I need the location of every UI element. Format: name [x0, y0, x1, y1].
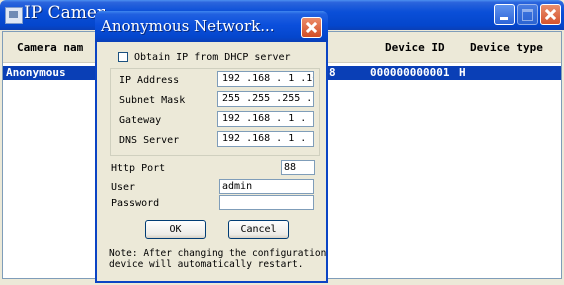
dhcp-checkbox[interactable]	[118, 52, 128, 62]
http-port-label: Http Port	[111, 163, 166, 174]
cell-ip-tail: 8	[329, 66, 336, 79]
dns-server-field[interactable]: 192 .168 . 1 . 1|	[217, 131, 314, 147]
http-port-field[interactable]: 88	[281, 160, 315, 175]
network-settings-dialog: Anonymous Network... Obtain IP from DHCP…	[95, 11, 328, 283]
ok-button[interactable]: OK	[145, 220, 206, 239]
cell-device-id: 000000000001	[370, 66, 450, 79]
main-window-title: IP Camer	[24, 3, 106, 23]
dhcp-label[interactable]: Obtain IP from DHCP server	[134, 52, 291, 63]
note-line-2: device will automatically restart.	[109, 259, 304, 270]
app-icon	[5, 7, 23, 24]
user-label: User	[111, 182, 136, 193]
column-header-camera-name[interactable]: Camera nam	[17, 41, 83, 54]
close-icon[interactable]	[301, 17, 322, 38]
subnet-mask-label: Subnet Mask	[119, 95, 186, 106]
close-icon[interactable]	[540, 4, 561, 25]
password-label: Password	[111, 198, 160, 209]
minimize-icon[interactable]	[494, 4, 515, 25]
subnet-mask-field[interactable]: 255 .255 .255 . 0	[217, 91, 314, 107]
note-line-1: Note: After changing the configuration	[109, 248, 327, 259]
cell-camera-name: Anonymous	[6, 66, 66, 79]
user-field[interactable]: admin	[219, 179, 314, 194]
maximize-icon	[517, 4, 538, 25]
gateway-label: Gateway	[119, 115, 162, 126]
cell-device-type: H	[459, 66, 466, 79]
gateway-field[interactable]: 192 .168 . 1 . 1	[217, 111, 314, 127]
dialog-title-bar[interactable]: Anonymous Network...	[95, 11, 328, 42]
dialog-title: Anonymous Network...	[101, 17, 275, 35]
restart-note: Note: After changing the configuration d…	[109, 248, 326, 270]
ip-address-field[interactable]: 192 .168 . 1 .100	[217, 71, 314, 87]
dns-server-label: DNS Server	[119, 135, 180, 146]
password-field[interactable]	[219, 195, 314, 210]
ip-address-label: IP Address	[119, 75, 180, 86]
cancel-button[interactable]: Cancel	[228, 220, 289, 239]
column-header-device-type[interactable]: Device type	[470, 41, 543, 54]
column-header-device-id[interactable]: Device ID	[385, 41, 445, 54]
